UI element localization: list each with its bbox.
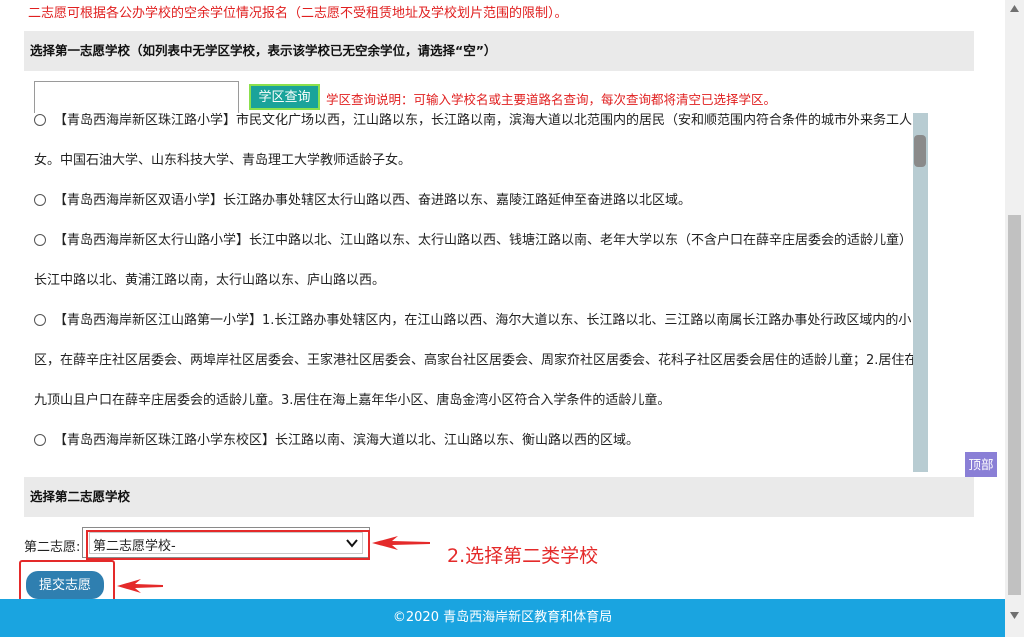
school-list-row[interactable]: 【青岛西海岸新区江山路第一小学】1.长江路办事处辖区内，在江山路以西、海尔大道以… [24,301,914,341]
school-list-scrollbar[interactable] [913,113,928,472]
school-row-text: 九顶山且户口在薛辛庄居委会的适龄儿童。3.居住在海上嘉年华小区、唐岛金湾小区符合… [34,393,671,408]
school-row-text: 【青岛西海岸新区双语小学】长江路办事处辖区太行山路以西、奋进路以东、嘉陵江路延伸… [54,193,692,208]
chevron-down-icon [346,539,358,548]
school-row-text: 区，在薛辛庄社区居委会、两埠岸社区居委会、王家港社区居委会、高家台社区居委会、周… [34,353,914,368]
second-choice-selected-value: 第二志愿学校- [93,539,176,554]
scroll-down-icon[interactable] [1010,612,1019,619]
arrow-left-icon [117,579,163,593]
page-scrollbar[interactable] [1005,0,1024,637]
second-choice-select-field[interactable]: 第二志愿学校- [89,532,363,554]
back-to-top-button[interactable]: 顶部 [965,452,997,477]
school-radio[interactable] [34,314,46,326]
school-row-text: 【青岛西海岸新区太行山路小学】长江中路以北、江山路以东、太行山路以西、钱塘江路以… [54,233,913,248]
school-list-row: 区，在薛辛庄社区居委会、两埠岸社区居委会、王家港社区居委会、高家台社区居委会、周… [24,341,914,381]
school-radio[interactable] [34,194,46,206]
school-list-row[interactable]: 【青岛西海岸新区珠江路小学东校区】长江路以南、滨海大道以北、江山路以东、衡山路以… [24,421,914,461]
school-list-row[interactable]: 【青岛西海岸新区双语小学】长江路办事处辖区太行山路以西、奋进路以东、嘉陵江路延伸… [24,181,914,221]
arrow-left-icon [372,536,430,550]
notice-text: 二志愿可根据各公办学校的空余学位情况报名（二志愿不受租赁地址及学校划片范围的限制… [28,6,568,21]
school-list-content: 【青岛西海岸新区珠江路小学】市民文化广场以西，江山路以东，长江路以南，滨海大道以… [24,113,914,472]
search-hint: 学区查询说明：可输入学校名或主要道路名查询，每次查询都将清空已选择学区。 [326,92,777,107]
school-row-text: 【青岛西海岸新区珠江路小学】市民文化广场以西，江山路以东，长江路以南，滨海大道以… [54,113,914,128]
school-list-scroll-thumb[interactable] [914,135,926,167]
school-list-row[interactable]: 【青岛西海岸新区井冈山路小学】香江路第一小学原招生范围中的太行山路以东、嘉陵江路… [24,461,914,472]
school-row-text: 女。中国石油大学、山东科技大学、青岛理工大学教师适龄子女。 [34,153,412,168]
school-list[interactable]: 【青岛西海岸新区珠江路小学】市民文化广场以西，江山路以东，长江路以南，滨海大道以… [24,113,914,472]
school-radio[interactable] [34,114,46,126]
school-row-text: 长江中路以北、黄浦江路以南，太行山路以东、庐山路以西。 [34,273,386,288]
school-radio[interactable] [34,234,46,246]
school-list-row: 女。中国石油大学、山东科技大学、青岛理工大学教师适龄子女。 [24,141,914,181]
school-row-text: 【青岛西海岸新区江山路第一小学】1.长江路办事处辖区内，在江山路以西、海尔大道以… [54,313,912,328]
first-choice-header: 选择第一志愿学校（如列表中无学区学校，表示该学校已无空余学位，请选择“空”） [24,31,974,71]
school-radio[interactable] [34,434,46,446]
district-search-input[interactable] [34,81,239,114]
school-list-row: 长江中路以北、黄浦江路以南，太行山路以东、庐山路以西。 [24,261,914,301]
school-list-row[interactable]: 【青岛西海岸新区珠江路小学】市民文化广场以西，江山路以东，长江路以南，滨海大道以… [24,113,914,141]
submit-choice-button[interactable]: 提交志愿 [26,571,104,599]
footer: ©2020 青岛西海岸新区教育和体育局 [0,599,1005,637]
page-scroll-thumb[interactable] [1008,215,1021,595]
school-row-text: 【青岛西海岸新区井冈山路小学】香江路第一小学原招生范围中的太行山路以东、嘉陵江路… [54,461,730,472]
second-choice-label: 第二志愿: [24,540,81,555]
district-search-button[interactable]: 学区查询 [249,84,320,110]
school-list-row: 九顶山且户口在薛辛庄居委会的适龄儿童。3.居住在海上嘉年华小区、唐岛金湾小区符合… [24,381,914,421]
second-choice-header: 选择第二志愿学校 [24,477,974,517]
annotation-label: 2.选择第二类学校 [447,545,599,567]
scroll-up-icon[interactable] [1010,5,1019,12]
second-choice-select[interactable]: 第二志愿学校- [82,527,370,558]
school-row-text: 【青岛西海岸新区珠江路小学东校区】长江路以南、滨海大道以北、江山路以东、衡山路以… [54,433,640,448]
school-list-row[interactable]: 【青岛西海岸新区太行山路小学】长江中路以北、江山路以东、太行山路以西、钱塘江路以… [24,221,914,261]
